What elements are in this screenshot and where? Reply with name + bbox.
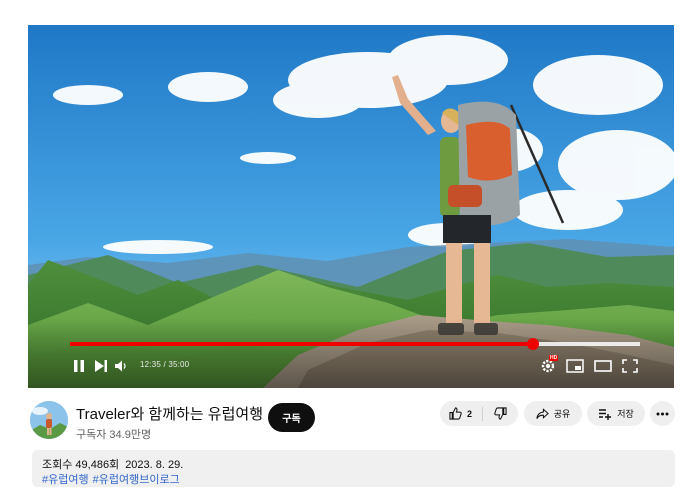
video-player[interactable]: 12:35 / 35:00 HD [28,25,674,388]
playlist-add-icon [599,408,612,420]
pause-button[interactable] [72,358,86,374]
like-dislike-group: 2 [440,401,518,426]
like-button[interactable]: 2 [440,401,482,426]
share-label: 공유 [553,409,571,419]
theater-mode-button[interactable] [594,358,612,374]
channel-avatar[interactable] [30,401,68,439]
fullscreen-button[interactable] [622,358,638,374]
fullscreen-icon [622,359,638,373]
share-button[interactable]: 공유 [524,401,582,426]
time-display: 12:35 / 35:00 [140,360,189,369]
dislike-button[interactable] [483,401,518,426]
theater-mode-icon [594,360,612,372]
view-count: 조회수 49,486회 [42,459,120,471]
hashtag-link[interactable]: #유럽여행브이로그 [93,474,180,486]
description-box[interactable]: 조회수 49,486회 2023. 8. 29. #유럽여행 #유럽여행브이로그 [32,450,675,487]
settings-button[interactable]: HD [540,355,559,374]
upload-date: 2023. 8. 29. [125,459,184,471]
thumbs-down-icon [494,407,507,420]
progress-bar[interactable] [70,338,640,350]
controls-scrim [28,318,674,388]
next-button[interactable] [94,358,108,374]
miniplayer-button[interactable] [566,358,584,374]
subscriber-count: 구독자 34.9만명 [76,429,152,441]
save-button[interactable]: 저장 [587,401,645,426]
more-horizontal-icon [656,412,669,415]
share-icon [536,407,549,419]
progress-scrubber-handle[interactable] [526,338,539,350]
pause-icon [74,360,84,372]
channel-title[interactable]: Traveler와 함께하는 유럽여행 [76,403,263,424]
subscribe-button[interactable]: 구독 [268,403,315,432]
description-meta: 조회수 49,486회 2023. 8. 29. [42,456,183,472]
like-count: 2 [467,408,473,419]
more-actions-button[interactable] [650,401,675,426]
duration: 35:00 [168,360,190,369]
avatar-image [30,401,68,439]
current-time: 12:35 [140,360,162,369]
volume-button[interactable] [114,358,128,374]
progress-played [70,342,533,346]
hashtag-list: #유럽여행 #유럽여행브이로그 [42,471,180,487]
volume-icon [115,360,126,372]
skip-next-icon [95,360,107,372]
hashtag-link[interactable]: #유럽여행 [42,474,89,486]
thumbs-up-icon [449,407,462,420]
miniplayer-icon [566,359,584,373]
hd-badge: HD [549,355,559,361]
save-label: 저장 [617,409,634,419]
